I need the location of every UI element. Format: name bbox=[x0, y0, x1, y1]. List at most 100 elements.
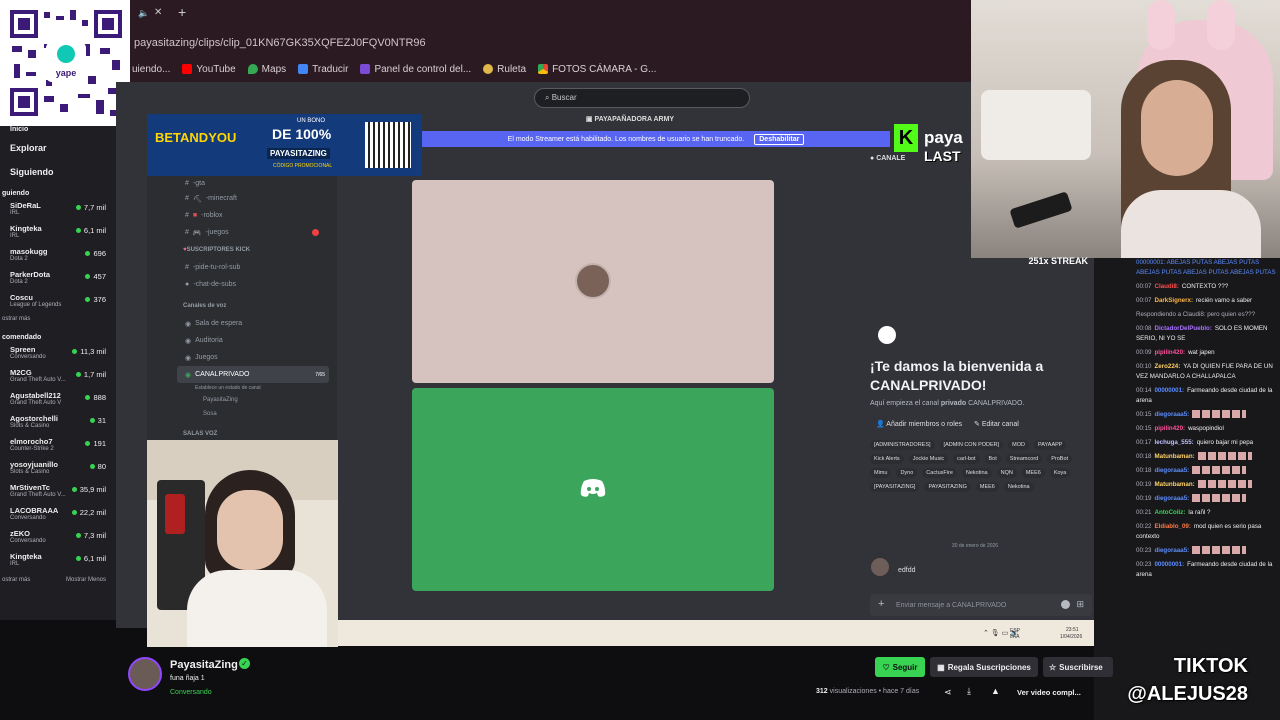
nav-inicio[interactable]: Inicio bbox=[0, 126, 116, 136]
sidebar-channel[interactable]: Spreen Conversando 11,3 mil bbox=[0, 345, 116, 368]
voice-auditoria[interactable]: ◉ Auditoria bbox=[147, 332, 337, 349]
role-chip[interactable]: [PAYASITAZING] bbox=[870, 482, 920, 492]
chat-username[interactable]: DarkSignerx: bbox=[1154, 297, 1193, 304]
chat-username[interactable]: diegoraaa5: bbox=[1154, 411, 1189, 418]
voice-user[interactable]: Sosa bbox=[147, 407, 337, 421]
tab-close-icon[interactable]: ✕ bbox=[154, 7, 162, 18]
show-more-following[interactable]: ostrar más bbox=[0, 316, 106, 322]
role-chip[interactable]: Dyno bbox=[896, 468, 918, 478]
show-more-recommended[interactable]: ostrar más Mostrar Menos bbox=[0, 577, 106, 583]
disable-streamer-button[interactable]: Deshabilitar bbox=[754, 133, 805, 145]
role-chip[interactable]: Kick Alerts bbox=[870, 454, 904, 464]
chat-username[interactable]: Zero224: bbox=[1154, 363, 1180, 370]
chat-username[interactable]: DictadorDelPueblo: bbox=[1154, 325, 1211, 332]
show-less-button[interactable]: Mostrar Menos bbox=[66, 577, 106, 583]
role-chip[interactable]: [ADMIN CON PODER] bbox=[939, 440, 1004, 450]
channel-juegos[interactable]: # 🎮 -juegos bbox=[147, 224, 337, 241]
sidebar-channel[interactable]: SiDeRaL IRL 7,7 mil bbox=[0, 201, 116, 224]
sidebar-channel[interactable]: ParkerDota Dota 2 457 bbox=[0, 270, 116, 293]
channel-name[interactable]: PayasitaZing bbox=[170, 659, 238, 671]
sidebar-channel[interactable]: M2CG Grand Theft Auto V... 1,7 mil bbox=[0, 368, 116, 391]
chat-username[interactable]: Matunbaman: bbox=[1154, 481, 1194, 488]
sidebar-channel[interactable]: Agostorchelli Slots & Casino 31 bbox=[0, 414, 116, 437]
role-chip[interactable]: Streamcord bbox=[1005, 454, 1043, 464]
role-chip[interactable]: PAYAAPP bbox=[1034, 440, 1067, 450]
nav-siguiendo[interactable]: Siguiendo bbox=[0, 160, 116, 184]
taskbar-date[interactable]: 1/04/2026 bbox=[1060, 634, 1082, 640]
category-voice[interactable]: Canales de voz bbox=[147, 297, 337, 315]
bookmark-ruleta[interactable]: Ruleta bbox=[483, 64, 526, 75]
sidebar-channel[interactable]: yosoyjuanillo Slots & Casino 80 bbox=[0, 460, 116, 483]
share-icon[interactable]: ⋖ bbox=[944, 687, 952, 698]
edit-channel-button[interactable]: ✎ Editar canal bbox=[974, 420, 1019, 428]
message-input[interactable]: + Enviar mensaje a CANALPRIVADO ⊞ bbox=[870, 594, 1092, 616]
download-icon[interactable]: ⤓ bbox=[967, 686, 971, 697]
sidebar-channel[interactable]: Agustabell212 Grand Theft Auto V 888 bbox=[0, 391, 116, 414]
role-chip[interactable]: Nekotina bbox=[961, 468, 992, 478]
sidebar-channel[interactable]: Coscu League of Legends 376 bbox=[0, 293, 116, 316]
sidebar-channel[interactable]: Kingteka IRL 6,1 mil bbox=[0, 552, 116, 575]
sidebar-channel[interactable]: zEKO Conversando 7,3 mil bbox=[0, 529, 116, 552]
role-chip[interactable]: MOD bbox=[1008, 440, 1030, 450]
new-tab-icon[interactable]: + bbox=[178, 4, 186, 20]
chat-username[interactable]: AntoColiz: bbox=[1154, 509, 1185, 516]
chat-username[interactable]: 00000001: bbox=[1154, 561, 1184, 568]
bookmark-item[interactable]: uiendo... bbox=[132, 64, 170, 75]
sidebar-channel[interactable]: MrStivenTc Grand Theft Auto V... 35,9 mil bbox=[0, 483, 116, 506]
role-chip[interactable]: CactusFire bbox=[922, 468, 957, 478]
taskbar-lang[interactable]: ESP LAA bbox=[1010, 628, 1024, 640]
role-chip[interactable]: Jockie Music bbox=[908, 454, 949, 464]
channel-minecraft[interactable]: # ⛏ -minecraft bbox=[147, 190, 337, 207]
bookmark-youtube[interactable]: YouTube bbox=[182, 64, 236, 75]
category-subs[interactable]: ♥ SUSCRIPTORES KICK bbox=[147, 241, 337, 259]
chat-username[interactable]: pipilin420: bbox=[1154, 349, 1185, 356]
chat-username[interactable]: Claudi8: bbox=[1154, 283, 1178, 290]
role-chip[interactable]: [ADMINISTRADORES] bbox=[870, 440, 935, 450]
voice-juegos[interactable]: ◉ Juegos bbox=[147, 349, 337, 366]
channel-avatar[interactable] bbox=[128, 657, 162, 691]
taskbar-time[interactable]: 23:51 bbox=[1066, 627, 1079, 633]
betandyou-ad-banner[interactable]: BETANDYOU UN BONO DE 100% PAYASITAZING C… bbox=[147, 114, 422, 176]
address-bar[interactable]: payasitazing/clips/clip_01KN67GK35XQFEZJ… bbox=[130, 30, 972, 56]
follow-button[interactable]: ♡ Seguir bbox=[875, 657, 925, 677]
role-chip[interactable]: Bot bbox=[984, 454, 1001, 464]
add-members-button[interactable]: 👤 Añadir miembros o roles bbox=[876, 420, 962, 428]
bookmark-fotos[interactable]: FOTOS CÁMARA - G... bbox=[538, 64, 656, 75]
sidebar-channel[interactable]: masokugg Dota 2 696 bbox=[0, 247, 116, 270]
role-chip[interactable]: Koya bbox=[1049, 468, 1071, 478]
channel-pide-tu-rol[interactable]: # -pide-tu-rol-sub bbox=[147, 259, 337, 276]
channel-roblox[interactable]: # ■ -roblox bbox=[147, 207, 337, 224]
sidebar-channel[interactable]: elmorocho7 Counter-Strike 2 191 bbox=[0, 437, 116, 460]
emoji-icon[interactable] bbox=[1061, 600, 1070, 609]
message-avatar[interactable] bbox=[871, 558, 889, 576]
role-chip[interactable]: MEE6 bbox=[975, 482, 999, 492]
sidebar-channel[interactable]: Kingteka IRL 6,1 mil bbox=[0, 224, 116, 247]
channel-chat-de-subs[interactable]: ● -chat-de-subs bbox=[147, 276, 337, 293]
role-chip[interactable]: Mimu bbox=[870, 468, 892, 478]
gift-subs-button[interactable]: ▦ Regala Suscripciones bbox=[930, 657, 1038, 677]
chat-username[interactable]: pipilin420: bbox=[1154, 425, 1185, 432]
voice-sala-espera[interactable]: ◉ Sala de espera bbox=[147, 315, 337, 332]
role-chip[interactable]: carl-bot bbox=[953, 454, 980, 464]
stream-category[interactable]: Conversando bbox=[170, 689, 212, 696]
chat-username[interactable]: Matunbaman: bbox=[1154, 453, 1194, 460]
voice-user[interactable]: PayasitaZing bbox=[147, 393, 337, 407]
apps-icon[interactable]: ⊞ bbox=[1076, 599, 1084, 610]
role-chip[interactable]: MEE6 bbox=[1021, 468, 1045, 478]
channel-gta[interactable]: # -gta bbox=[147, 176, 337, 190]
bookmark-translate[interactable]: Traducir bbox=[298, 64, 348, 75]
watch-full-video-link[interactable]: Ver video compl... bbox=[1017, 688, 1081, 697]
bookmark-panel[interactable]: Panel de control del... bbox=[360, 64, 471, 75]
chat-username[interactable]: diegoraaa5: bbox=[1154, 467, 1189, 474]
tab-mute-icon[interactable]: 🔈 bbox=[138, 8, 149, 19]
chat-username[interactable]: Eldiablo_09: bbox=[1154, 523, 1190, 530]
role-chip[interactable]: NQN bbox=[996, 468, 1017, 478]
role-chip[interactable]: PAYASITAZING bbox=[924, 482, 971, 492]
chat-username[interactable]: diegoraaa5: bbox=[1154, 547, 1189, 554]
voice-canalprivado[interactable]: ◉ CANALPRIVADO 7/65 bbox=[177, 366, 329, 383]
role-chip[interactable]: ProBot bbox=[1047, 454, 1073, 464]
bookmark-maps[interactable]: Maps bbox=[247, 64, 286, 75]
plus-icon[interactable]: + bbox=[878, 598, 884, 610]
role-chip[interactable]: Nekotina bbox=[1003, 482, 1034, 492]
chat-username[interactable]: lechuga_555: bbox=[1154, 439, 1193, 446]
